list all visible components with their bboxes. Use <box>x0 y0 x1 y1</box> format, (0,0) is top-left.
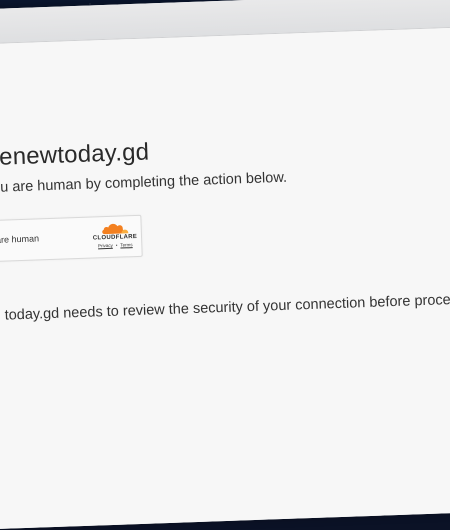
security-review-text: today.gd needs to review the security of… <box>4 291 450 324</box>
browser-window: enewtoday.gd u are human by completing t… <box>0 0 450 530</box>
cloudflare-wordmark: CLOUDFLARE <box>92 233 138 242</box>
cloudflare-links: Privacy • Terms <box>91 242 139 249</box>
cloudflare-cloud-icon <box>102 223 129 235</box>
verify-label[interactable]: you are human <box>0 233 39 245</box>
terms-link[interactable]: Terms <box>120 242 132 247</box>
cloudflare-logo: CLOUDFLARE Privacy • Terms <box>90 220 139 252</box>
page-title: enewtoday.gd <box>0 138 150 171</box>
privacy-link[interactable]: Privacy <box>98 243 113 249</box>
link-separator: • <box>115 242 118 248</box>
page-subtitle: u are human by completing the action bel… <box>0 169 288 196</box>
turnstile-widget[interactable]: you are human CLOUDFLARE Privacy•Terms <box>0 214 143 263</box>
challenge-page: enewtoday.gd u are human by completing t… <box>0 25 450 530</box>
